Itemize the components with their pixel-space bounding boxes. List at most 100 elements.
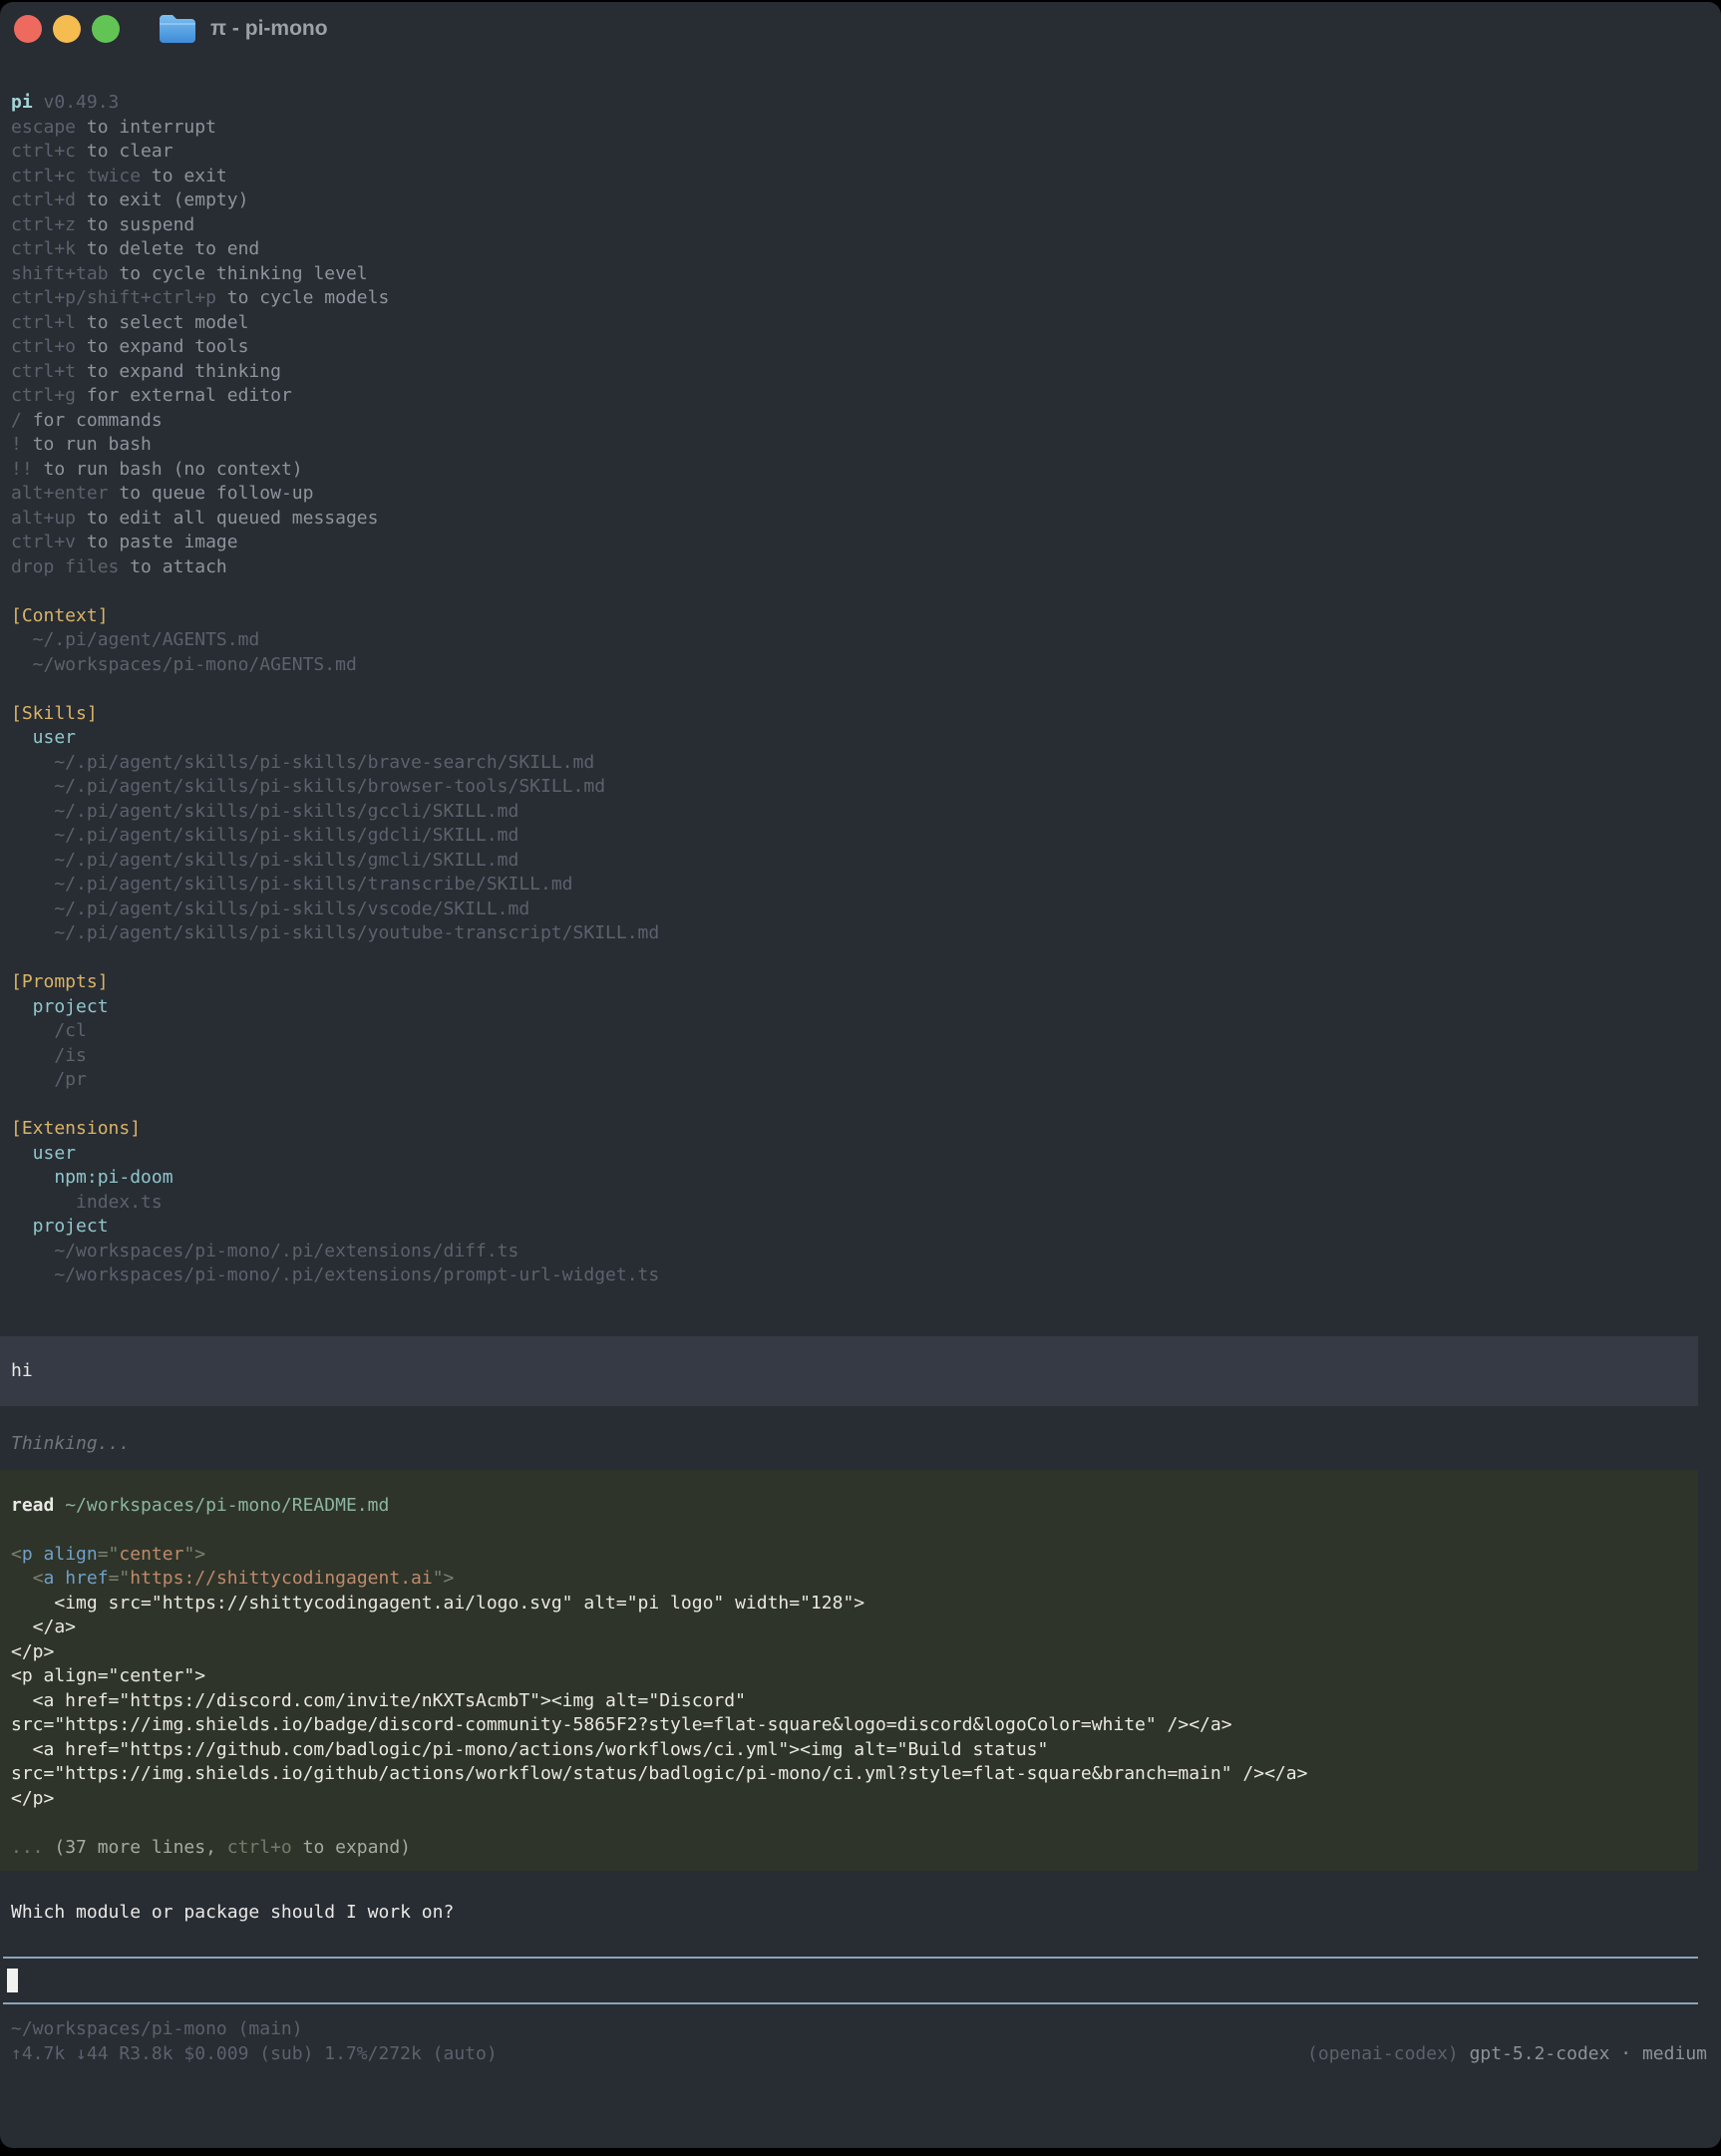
shortcut-line: ctrl+d to exit (empty) [0, 188, 1721, 213]
close-button[interactable] [14, 15, 42, 43]
text-token: / [11, 410, 22, 431]
tool-name: read [11, 1495, 54, 1516]
terminal-window: π - pi-mono piv0.49.3 escape to interrup… [0, 2, 1721, 2148]
text-token: ctrl+t [11, 361, 76, 382]
tool-call-block: read~/workspaces/pi-mono/README.md <p al… [0, 1470, 1698, 1872]
user-message-text: hi [0, 1359, 1698, 1384]
text-token: ~/.pi/agent/skills/pi-skills/youtube-tra… [11, 922, 659, 943]
truncation-notice: ... (37 more lines, ctrl+o to expand) [0, 1836, 1698, 1861]
section-path: ~/.pi/agent/skills/pi-skills/youtube-tra… [0, 921, 1721, 946]
text-cursor [7, 1969, 18, 1992]
section-path: ~/workspaces/pi-mono/AGENTS.md [0, 653, 1721, 678]
section-scope: user [0, 726, 1721, 751]
shortcut-line: shift+tab to cycle thinking level [0, 262, 1721, 287]
code-line: <img src="https://shittycodingagent.ai/l… [0, 1592, 1698, 1617]
text-token: ... [11, 1837, 54, 1858]
text-token: ctrl+p/shift+ctrl+p [11, 287, 216, 308]
section-scope: user [0, 1142, 1721, 1167]
text-token: to paste image [87, 532, 238, 552]
section-title: [Context] [0, 604, 1721, 629]
text-token: project [11, 1216, 109, 1237]
text-token: a [44, 1568, 55, 1589]
text-token: to exit [152, 166, 227, 186]
user-message: hi [0, 1336, 1698, 1407]
text-token: ctrl+k [11, 238, 76, 259]
text-token: ctrl+c twice [11, 166, 141, 186]
text-token: < [11, 1544, 22, 1565]
thinking-indicator: Thinking... [0, 1432, 1721, 1457]
section-scope: project [0, 1215, 1721, 1240]
shortcut-line: drop files to attach [0, 555, 1721, 580]
text-token: ~/workspaces/pi-mono/AGENTS.md [11, 654, 357, 675]
section: [Context] ~/.pi/agent/AGENTS.md ~/worksp… [0, 604, 1721, 678]
code-line: <a href="https://github.com/badlogic/pi-… [0, 1738, 1698, 1763]
text-token: ctrl+v [11, 532, 76, 552]
text-token: for external editor [87, 385, 292, 406]
text-token: project [11, 996, 109, 1017]
text-token: align [44, 1544, 98, 1565]
text-token: drop files [11, 556, 119, 577]
text-token: "> [433, 1568, 455, 1589]
text-token: src="https://img.shields.io/badge/discor… [11, 1714, 1232, 1735]
text-token: ! [11, 434, 22, 455]
text-token: to run bash (no context) [44, 459, 303, 480]
status-stats: ↑4.7k ↓44 R3.8k $0.009 (sub) 1.7%/272k (… [0, 2042, 498, 2067]
text-token: to cycle models [227, 287, 390, 308]
titlebar[interactable]: π - pi-mono [0, 2, 1721, 56]
code-line: </p> [0, 1640, 1698, 1665]
text-token: p [22, 1544, 33, 1565]
section-path: ~/.pi/agent/AGENTS.md [0, 628, 1721, 653]
text-token: ~/.pi/agent/skills/pi-skills/vscode/SKIL… [11, 898, 529, 919]
text-token: ctrl+o [227, 1837, 292, 1858]
prompt-input[interactable] [3, 1957, 1698, 2005]
shortcut-line: alt+enter to queue follow-up [0, 482, 1721, 507]
shortcut-line: ctrl+g for external editor [0, 384, 1721, 409]
text-token: to delete to end [87, 238, 259, 259]
text-token: src="https://img.shields.io/github/actio… [11, 1763, 1307, 1784]
code-line: <p align="center"> [0, 1543, 1698, 1568]
text-token: for commands [33, 410, 163, 431]
text-token: ~/.pi/agent/skills/pi-skills/transcribe/… [11, 874, 573, 895]
text-token: [Prompts] [11, 971, 109, 992]
text-token: ctrl+z [11, 214, 76, 235]
window-title: π - pi-mono [210, 17, 328, 41]
text-token: (37 more lines, [54, 1837, 226, 1858]
zoom-button[interactable] [92, 15, 120, 43]
text-token: https://shittycodingagent.ai [130, 1568, 432, 1589]
status-bar: ~/workspaces/pi-mono (main) ↑4.7k ↓44 R3… [0, 2017, 1721, 2066]
text-token: to suspend [87, 214, 194, 235]
text-token: ~/.pi/agent/skills/pi-skills/browser-too… [11, 776, 605, 797]
text-token: < [33, 1568, 44, 1589]
section-path: /pr [0, 1068, 1721, 1093]
section: [Skills] user ~/.pi/agent/skills/pi-skil… [0, 702, 1721, 946]
text-token: to expand tools [87, 336, 249, 357]
text-token: to attach [130, 556, 227, 577]
text-token: alt+enter [11, 483, 109, 504]
text-token: ~/.pi/agent/skills/pi-skills/gdcli/SKILL… [11, 825, 518, 846]
shortcut-line: / for commands [0, 409, 1721, 434]
section-title: [Skills] [0, 702, 1721, 727]
app-name: pi [11, 92, 33, 113]
section-path: ~/.pi/agent/skills/pi-skills/gccli/SKILL… [0, 800, 1721, 825]
text-token: center [119, 1544, 183, 1565]
text-token: alt+up [11, 508, 76, 529]
status-model: gpt-5.2-codex · medium [1470, 2043, 1707, 2064]
minimize-button[interactable] [53, 15, 81, 43]
shortcut-line: alt+up to edit all queued messages [0, 507, 1721, 532]
text-token: ctrl+d [11, 189, 76, 210]
section-path: /cl [0, 1019, 1721, 1044]
text-token: !! [11, 459, 33, 480]
app-version: v0.49.3 [44, 92, 120, 113]
assistant-message: Which module or package should I work on… [0, 1901, 1721, 1926]
desktop-background: π - pi-mono piv0.49.3 escape to interrup… [0, 0, 1721, 2156]
shortcut-line: ctrl+v to paste image [0, 531, 1721, 555]
text-token: ~/.pi/agent/AGENTS.md [11, 629, 259, 650]
text-token: ~/.pi/agent/skills/pi-skills/gccli/SKILL… [11, 801, 518, 822]
section: [Prompts] project /cl /is /pr [0, 970, 1721, 1093]
text-token: user [11, 1143, 76, 1164]
tool-output: <p align="center"> <a href="https://shit… [0, 1543, 1698, 1812]
section-title: [Prompts] [0, 970, 1721, 995]
code-line: <p align="center"> [0, 1664, 1698, 1689]
text-token: to queue follow-up [119, 483, 313, 504]
tool-call-header: read~/workspaces/pi-mono/README.md [0, 1494, 1698, 1519]
